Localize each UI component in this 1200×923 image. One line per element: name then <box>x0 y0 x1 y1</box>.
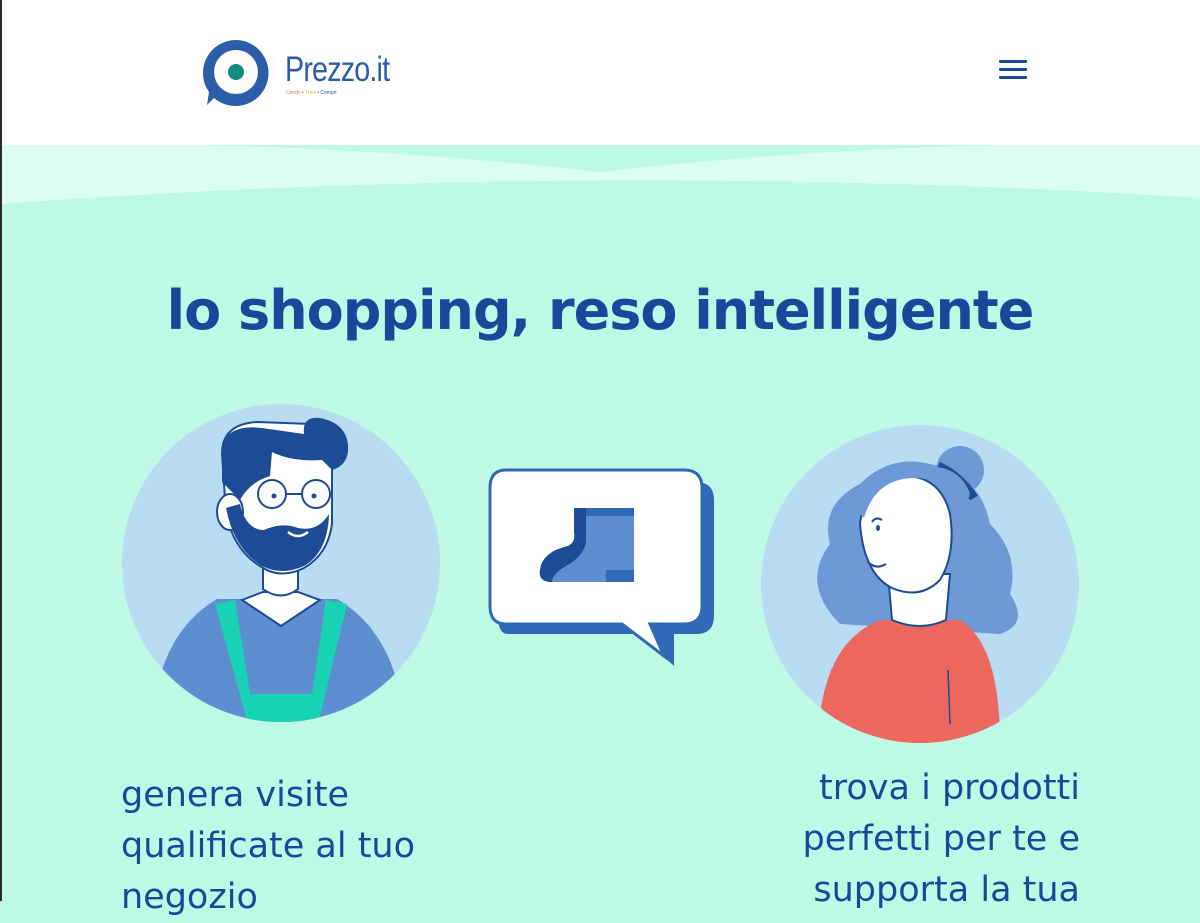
window-border <box>0 0 2 901</box>
feature-merchant-text: genera visite qualificate al tuo negozio <box>121 775 416 917</box>
tagline-separator: • <box>301 90 304 96</box>
prezzo-logo-icon <box>202 39 269 106</box>
menu-bar <box>999 68 1027 71</box>
header-wave-divider <box>0 143 1200 210</box>
hamburger-menu-icon[interactable] <box>999 60 1027 84</box>
hero-headline: lo shopping, reso intelligente <box>166 279 1035 342</box>
brand-logo-link[interactable] <box>200 37 272 114</box>
brand-tagline: Cerchi • Trovi • Compri <box>286 90 337 96</box>
tagline-word-3: Compri <box>320 90 337 96</box>
merchant-illustration <box>122 404 440 722</box>
chat-bubble-sock-icon <box>488 468 714 666</box>
menu-bar <box>999 76 1027 79</box>
shopper-illustration <box>761 425 1079 743</box>
tagline-word-2: Trovi <box>304 90 316 96</box>
feature-shopper-text: trova i prodotti perfetti per te e suppo… <box>802 768 1080 910</box>
menu-bar <box>999 60 1027 63</box>
brand-name: Prezzo.it <box>285 50 390 89</box>
tagline-separator: • <box>317 90 320 96</box>
tagline-word-1: Cerchi <box>286 90 301 96</box>
